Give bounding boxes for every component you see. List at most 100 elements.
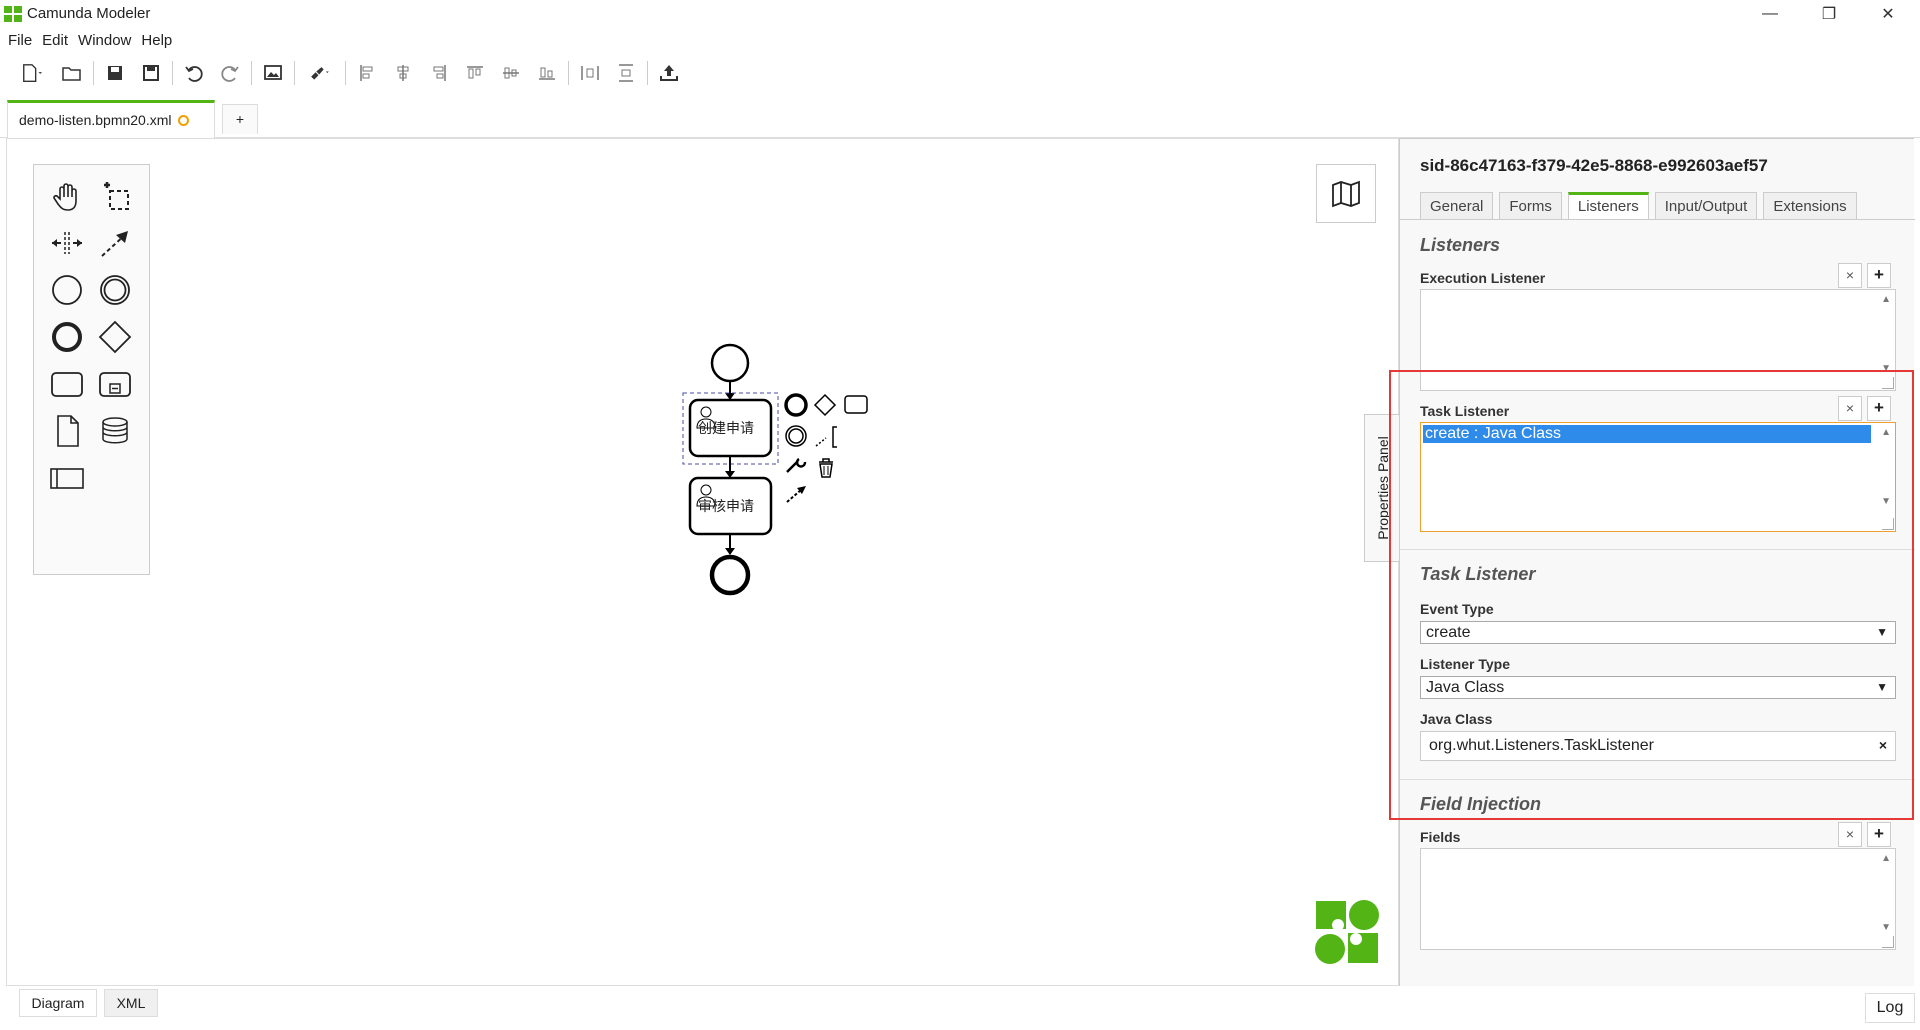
tab-xml-view[interactable]: XML: [104, 989, 158, 1017]
align-top-button[interactable]: [457, 58, 493, 88]
add-task-listener-button[interactable]: +: [1867, 396, 1891, 421]
hand-tool[interactable]: [44, 173, 90, 219]
listener-type-label: Listener Type: [1420, 656, 1510, 672]
remove-execution-listener-button[interactable]: ×: [1838, 263, 1862, 288]
toolbar-separator: [251, 61, 252, 85]
distribute-horizontal-button[interactable]: [572, 58, 608, 88]
align-middle-button[interactable]: [493, 58, 529, 88]
gateway-icon: [98, 320, 132, 354]
deploy-button[interactable]: [651, 58, 687, 88]
properties-panel-toggle[interactable]: Properties Panel: [1364, 414, 1400, 562]
undo-icon: [185, 66, 203, 82]
align-left-icon: [360, 65, 373, 81]
hand-icon: [53, 183, 77, 211]
create-task[interactable]: [44, 361, 90, 407]
align-left-button[interactable]: [349, 58, 385, 88]
create-data-object[interactable]: [44, 408, 90, 454]
distribute-horizontal-icon: [581, 66, 599, 80]
add-execution-listener-button[interactable]: +: [1867, 263, 1891, 288]
create-subprocess[interactable]: [92, 361, 138, 407]
align-bottom-button[interactable]: [529, 58, 565, 88]
color-picker-button[interactable]: [298, 58, 342, 88]
tab-input-output[interactable]: Input/Output: [1654, 192, 1758, 220]
map-icon: [1332, 180, 1360, 207]
save-icon: [108, 66, 122, 80]
java-class-input[interactable]: org.whut.Listeners.TaskListener ×: [1420, 731, 1896, 761]
toolbar-separator: [93, 61, 94, 85]
close-window-button[interactable]: ✕: [1865, 3, 1911, 25]
align-center-button[interactable]: [385, 58, 421, 88]
chevron-down-icon: ▼: [1876, 680, 1888, 694]
properties-tabs: General Forms Listeners Input/Output Ext…: [1420, 192, 1863, 220]
open-file-button[interactable]: [54, 58, 90, 88]
resize-grip-icon[interactable]: [1882, 936, 1894, 948]
minimap-toggle-button[interactable]: [1316, 164, 1376, 223]
resize-grip-icon[interactable]: [1882, 377, 1894, 389]
scroll-up-arrow-icon[interactable]: ▲: [1881, 853, 1891, 864]
remove-field-button[interactable]: ×: [1838, 822, 1862, 847]
scroll-up-arrow-icon[interactable]: ▲: [1881, 294, 1891, 305]
space-tool[interactable]: [44, 220, 90, 266]
data-object-icon: [57, 415, 79, 447]
camunda-modeler-window: Camunda Modeler — ❐ ✕ File Edit Window H…: [0, 0, 1920, 1030]
resize-grip-icon[interactable]: [1882, 518, 1894, 530]
scroll-up-arrow-icon[interactable]: ▲: [1881, 427, 1891, 438]
scroll-down-arrow-icon[interactable]: ▼: [1881, 496, 1891, 507]
create-data-store[interactable]: [92, 408, 138, 454]
scroll-down-arrow-icon[interactable]: ▼: [1881, 363, 1891, 374]
unsaved-indicator-icon: [177, 115, 189, 126]
create-gateway[interactable]: [92, 314, 138, 360]
menu-help[interactable]: Help: [137, 29, 178, 54]
align-center-icon: [397, 65, 409, 81]
tab-diagram-view[interactable]: Diagram: [19, 989, 97, 1017]
task-listener-list-item[interactable]: create : Java Class: [1423, 425, 1871, 443]
minimize-button[interactable]: —: [1747, 3, 1793, 25]
paint-brush-icon: [311, 67, 329, 80]
end-event[interactable]: [709, 554, 751, 596]
undo-button[interactable]: [176, 58, 212, 88]
scroll-down-arrow-icon[interactable]: ▼: [1881, 922, 1891, 933]
bpmn-io-logo-icon[interactable]: [1312, 897, 1382, 967]
fields-list[interactable]: ▲ ▼: [1420, 848, 1896, 950]
remove-task-listener-button[interactable]: ×: [1838, 396, 1862, 421]
task-listener-label: Task Listener: [1420, 403, 1510, 419]
menu-file[interactable]: File: [4, 29, 38, 54]
task-listener-list[interactable]: create : Java Class ▲ ▼: [1420, 422, 1896, 532]
align-right-icon: [433, 65, 446, 81]
lasso-tool[interactable]: [92, 173, 138, 219]
global-connect-tool[interactable]: [92, 220, 138, 266]
tab-general[interactable]: General: [1420, 192, 1494, 220]
save-as-button[interactable]: [133, 58, 169, 88]
diagram-canvas[interactable]: [6, 138, 1399, 986]
create-intermediate-event[interactable]: [92, 267, 138, 313]
log-button[interactable]: Log: [1865, 993, 1915, 1023]
event-type-select[interactable]: create ▼: [1420, 621, 1896, 644]
window-title: Camunda Modeler: [27, 5, 151, 22]
menu-edit[interactable]: Edit: [38, 29, 74, 54]
tab-listeners[interactable]: Listeners: [1567, 192, 1649, 220]
field-injection-section-title: Field Injection: [1420, 794, 1542, 814]
image-icon: [264, 65, 282, 80]
new-file-button[interactable]: [10, 58, 54, 88]
add-tab-button[interactable]: +: [222, 104, 258, 134]
start-event[interactable]: [710, 343, 750, 383]
listener-type-select[interactable]: Java Class ▼: [1420, 676, 1896, 699]
execution-listener-list[interactable]: ▲ ▼: [1420, 289, 1896, 391]
tab-extensions[interactable]: Extensions: [1763, 192, 1857, 220]
create-start-event[interactable]: [44, 267, 90, 313]
data-store-icon: [102, 417, 128, 444]
add-field-button[interactable]: +: [1867, 822, 1891, 847]
lasso-select-icon: [104, 182, 129, 210]
create-end-event[interactable]: [44, 314, 90, 360]
menu-window[interactable]: Window: [74, 29, 137, 54]
tab-forms[interactable]: Forms: [1499, 192, 1562, 220]
save-button[interactable]: [97, 58, 133, 88]
align-right-button[interactable]: [421, 58, 457, 88]
restore-button[interactable]: ❐: [1806, 3, 1852, 25]
redo-button[interactable]: [212, 58, 248, 88]
tab-demo-listen[interactable]: demo-listen.bpmn20.xml: [7, 100, 215, 138]
distribute-vertical-button[interactable]: [608, 58, 644, 88]
create-pool[interactable]: [44, 455, 90, 501]
export-image-button[interactable]: [255, 58, 291, 88]
clear-input-icon[interactable]: ×: [1879, 737, 1887, 753]
